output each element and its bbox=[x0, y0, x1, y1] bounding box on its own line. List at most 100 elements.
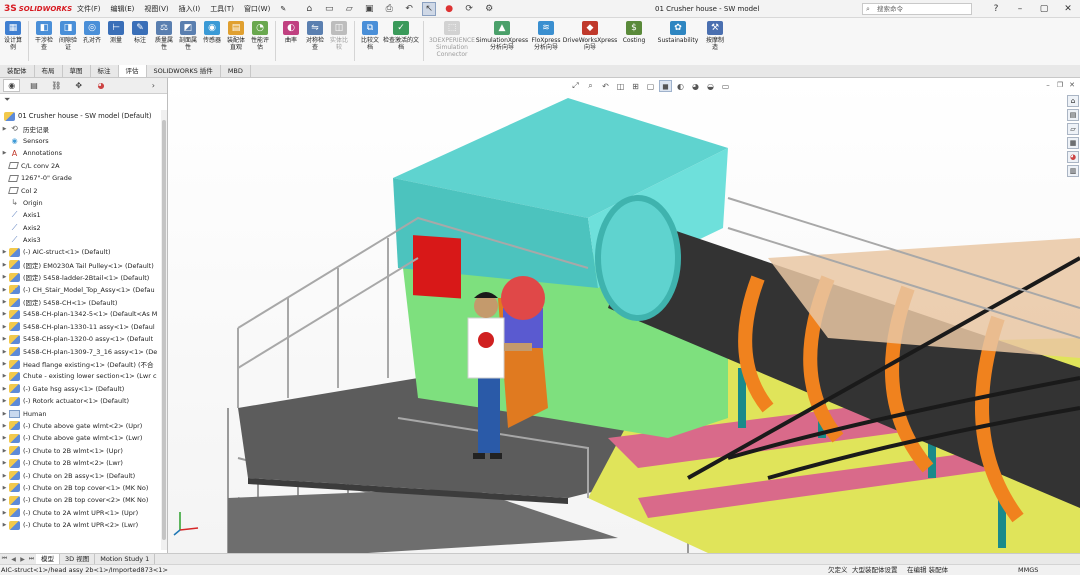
maximize-button[interactable]: ▢ bbox=[1032, 0, 1056, 18]
tree-item[interactable]: ▶ (固定) 5458-CH<1> (Default) bbox=[0, 296, 160, 308]
configuration-manager-tab-icon[interactable]: ⛓ bbox=[48, 79, 65, 92]
tab-scroll-first-icon[interactable]: ⏮ bbox=[0, 555, 9, 563]
design-library-icon[interactable]: ▤ bbox=[1067, 109, 1079, 121]
tab-markup[interactable]: 标注 bbox=[91, 65, 119, 77]
display-style-icon[interactable]: ◼ bbox=[659, 80, 672, 92]
property-manager-tab-icon[interactable]: ▤ bbox=[25, 79, 42, 92]
rebuild-icon[interactable]: ⟳ bbox=[462, 2, 476, 16]
driveworksxpress-button[interactable]: ◆ DriveWorksXpress 向导 bbox=[563, 18, 617, 51]
graphics-area[interactable]: ⤢ ⌕ ↶ ◫ ⊞ ▢ ◼ ◐ ◕ ◒ ▭ – ❐ ✕ ⌂ ▤ ▱ ▦ ◕ ▥ bbox=[168, 78, 1080, 553]
view-settings-icon[interactable]: ▭ bbox=[719, 80, 732, 92]
undo-icon[interactable]: ↶ bbox=[402, 2, 416, 16]
expand-arrow-icon[interactable]: ▶ bbox=[0, 299, 9, 305]
section-view-icon[interactable]: ◫ bbox=[614, 80, 627, 92]
tree-item[interactable]: ▶ (-) Chute to 2B wlmt<1> (Upr) bbox=[0, 445, 160, 457]
status-large-assembly[interactable]: 大型装配体设置 bbox=[852, 565, 898, 575]
floxpress-button[interactable]: ≋ FloXpress 分析向导 bbox=[528, 18, 564, 51]
expand-arrow-icon[interactable]: ▶ bbox=[0, 324, 9, 330]
expand-arrow-icon[interactable]: ▶ bbox=[0, 262, 9, 268]
tree-item[interactable]: ▶ (-) Chute to 2B wlmt<2> (Lwr) bbox=[0, 457, 160, 469]
expand-arrow-icon[interactable]: ▶ bbox=[0, 150, 9, 156]
open-folder-icon[interactable]: ▱ bbox=[342, 2, 356, 16]
status-units[interactable]: MMGS bbox=[1018, 565, 1038, 575]
tree-item[interactable]: ▶ (-) CH_Stair_Model_Top_Assy<1> (Defau bbox=[0, 283, 160, 295]
expand-arrow-icon[interactable]: ▶ bbox=[0, 311, 9, 317]
display-manager-tab-icon[interactable]: ◕ bbox=[92, 79, 109, 92]
expand-arrow-icon[interactable]: ▶ bbox=[0, 510, 9, 516]
sensor-button[interactable]: ◉ 传感器 bbox=[201, 18, 223, 44]
symmetry-check-button[interactable]: ⇋ 对称检查 bbox=[304, 18, 326, 51]
traffic-light-icon[interactable]: ● bbox=[442, 2, 456, 16]
tree-item[interactable]: ◉ Sensors bbox=[0, 135, 160, 147]
performance-evaluation-button[interactable]: ◔ 性能评估 bbox=[249, 18, 271, 51]
3dx-simulation-connector-button[interactable]: ⬚ 3DEXPERIENCE Simulation Connector bbox=[428, 18, 476, 58]
select-pointer-icon[interactable]: ↖ bbox=[422, 1, 437, 16]
feature-tree-tab-icon[interactable]: ◉ bbox=[3, 79, 21, 92]
tree-item[interactable]: Col 2 bbox=[0, 184, 160, 196]
menu-view[interactable]: 视图(V) bbox=[139, 0, 173, 18]
expand-arrow-icon[interactable]: ▶ bbox=[0, 398, 9, 404]
tab-sketch[interactable]: 草图 bbox=[63, 65, 91, 77]
expand-arrow-icon[interactable]: ▶ bbox=[0, 249, 9, 255]
zoom-area-icon[interactable]: ⌕ bbox=[584, 80, 597, 92]
expand-arrow-icon[interactable]: ▶ bbox=[0, 411, 9, 417]
interference-button[interactable]: ◧ 干涉检查 bbox=[33, 18, 55, 51]
tree-item[interactable]: ▶ 5458-CH-plan-1330-11 assy<1> (Defaul bbox=[0, 321, 160, 333]
measure-button[interactable]: ⊢ 测量 bbox=[105, 18, 127, 44]
tree-item[interactable]: ▶ (-) Chute to 2A wlmt UPR<1> (Upr) bbox=[0, 507, 160, 519]
doc-close-icon[interactable]: ✕ bbox=[1066, 80, 1078, 90]
dimxpert-tab-icon[interactable]: ✥ bbox=[70, 79, 87, 92]
design-study-button[interactable]: ▦ 设计算例 bbox=[2, 18, 24, 51]
save-icon[interactable]: ▣ bbox=[362, 2, 376, 16]
tree-item[interactable]: ▶ 5458-CH-plan-1342-5<1> (Default<As M bbox=[0, 308, 160, 320]
tree-item[interactable]: ▶ 5458-CH-plan-1320-0 assy<1> (Default bbox=[0, 333, 160, 345]
tree-item[interactable]: ▶ (-) Chute on 2B assy<1> (Default) bbox=[0, 469, 160, 481]
app-logo[interactable]: 3S SOLIDWORKS bbox=[0, 4, 72, 14]
previous-view-icon[interactable]: ↶ bbox=[599, 80, 612, 92]
options-gear-icon[interactable]: ⚙ bbox=[482, 2, 496, 16]
manufacture-button[interactable]: ⚒ 按摩制造 bbox=[704, 18, 726, 51]
tree-item[interactable]: ↳ Origin bbox=[0, 197, 160, 209]
clearance-button[interactable]: ◨ 间隙验证 bbox=[57, 18, 79, 51]
home-icon[interactable]: ⌂ bbox=[302, 2, 316, 16]
view-orientation-icon[interactable]: ▢ bbox=[644, 80, 657, 92]
tree-item[interactable]: ▶ ⟲ 历史记录 bbox=[0, 122, 160, 134]
solidworks-resources-icon[interactable]: ⌂ bbox=[1067, 95, 1079, 107]
tree-item[interactable]: ▶ (-) AIC-struct<1> (Default) bbox=[0, 246, 160, 258]
menu-window[interactable]: 窗口(W) bbox=[239, 0, 275, 18]
expand-arrow-icon[interactable]: ▶ bbox=[0, 349, 9, 355]
file-explorer-icon[interactable]: ▱ bbox=[1067, 123, 1079, 135]
menu-tools[interactable]: 工具(T) bbox=[205, 0, 239, 18]
panel-expand-icon[interactable]: › bbox=[145, 79, 162, 92]
search-commands-input[interactable]: ⌕ 搜索命令 bbox=[862, 3, 972, 15]
expand-arrow-icon[interactable]: ▶ bbox=[0, 497, 9, 503]
tab-3d-views[interactable]: 3D 视图 bbox=[60, 554, 96, 564]
expand-arrow-icon[interactable]: ▶ bbox=[0, 274, 9, 280]
filter-icon[interactable]: ⏷ bbox=[0, 94, 167, 106]
expand-arrow-icon[interactable]: ▶ bbox=[0, 423, 9, 429]
tree-item[interactable]: ▶ (-) Chute above gate wlmt<1> (Lwr) bbox=[0, 432, 160, 444]
zoom-fit-icon[interactable]: ⤢ bbox=[569, 80, 582, 92]
tree-item[interactable]: ⟋ Axis1 bbox=[0, 209, 160, 221]
custom-properties-icon[interactable]: ▥ bbox=[1067, 165, 1079, 177]
expand-arrow-icon[interactable]: ▶ bbox=[0, 287, 9, 293]
doc-restore-icon[interactable]: ❐ bbox=[1054, 80, 1066, 90]
compare-documents-button[interactable]: ⧉ 比较文档 bbox=[359, 18, 381, 51]
hole-alignment-button[interactable]: ◎ 孔对齐 bbox=[81, 18, 103, 44]
tree-item[interactable]: ▶ Chute - existing lower section<1> (Lwr … bbox=[0, 370, 160, 382]
tree-item[interactable]: ▶ (-) Chute to 2A wlmt UPR<2> (Lwr) bbox=[0, 519, 160, 531]
tab-scroll-next-icon[interactable]: ▶ bbox=[18, 556, 27, 563]
expand-arrow-icon[interactable]: ▶ bbox=[0, 336, 9, 342]
costing-button[interactable]: $ Costing bbox=[616, 18, 652, 44]
curvature-button[interactable]: ◐ 曲率 bbox=[280, 18, 302, 44]
help-icon[interactable]: ? bbox=[984, 0, 1008, 18]
expand-arrow-icon[interactable]: ▶ bbox=[0, 473, 9, 479]
menu-file[interactable]: 文件(F) bbox=[72, 0, 106, 18]
expand-arrow-icon[interactable]: ▶ bbox=[0, 448, 9, 454]
tree-item[interactable]: ▶ (-) Rotork actuator<1> (Default) bbox=[0, 395, 160, 407]
hide-show-icon[interactable]: ◐ bbox=[674, 80, 687, 92]
expand-arrow-icon[interactable]: ▶ bbox=[0, 386, 9, 392]
assembly-visualization-button[interactable]: ▤ 装配体直观 bbox=[225, 18, 247, 51]
tab-mbd[interactable]: MBD bbox=[221, 65, 251, 77]
tree-item[interactable]: ▶ Human bbox=[0, 407, 160, 419]
